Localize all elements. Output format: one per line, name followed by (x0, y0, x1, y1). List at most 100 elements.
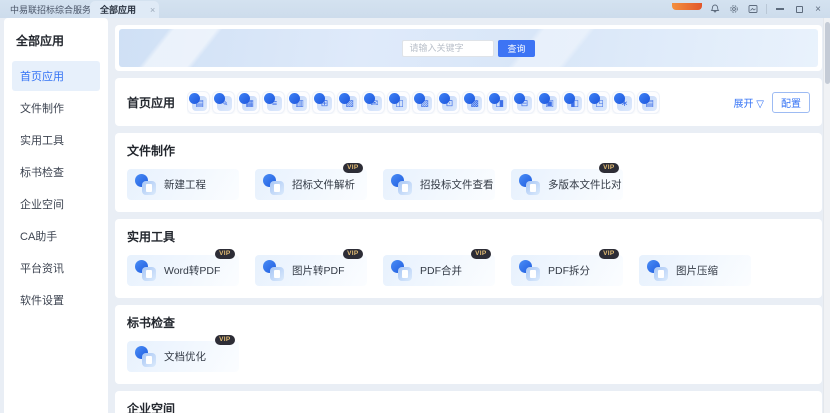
app-tile-12[interactable]: ▩ (462, 91, 485, 114)
document-icon (274, 270, 280, 278)
sidebar-item-4[interactable]: 企业空间 (12, 189, 100, 219)
app-card[interactable]: 图片转PDFVIP (255, 255, 367, 286)
app-tile-18[interactable]: ∗ (612, 91, 635, 114)
search-input[interactable] (402, 40, 494, 57)
app-card-label: PDF拆分 (548, 263, 590, 278)
app-card[interactable]: 图片压缩 (639, 255, 751, 286)
sidebar-item-1[interactable]: 文件制作 (12, 93, 100, 123)
app-tile-8[interactable]: ✉ (362, 91, 385, 114)
app-tile-badge-icon (364, 93, 375, 104)
app-card[interactable]: PDF拆分VIP (511, 255, 623, 286)
app-card[interactable]: 多版本文件比对VIP (511, 169, 623, 200)
app-tile-16[interactable]: ◧ (562, 91, 585, 114)
icon-square (142, 267, 156, 281)
app-tile-badge-icon (539, 93, 550, 104)
app-card-icon (263, 260, 284, 281)
maximize-icon[interactable] (793, 3, 805, 15)
document-icon (402, 270, 408, 278)
app-tile-11[interactable]: ⊡ (437, 91, 460, 114)
sidebar-nav: 首页应用文件制作实用工具标书检查企业空间CA助手平台资讯软件设置 (12, 61, 100, 315)
promo-ribbon[interactable] (672, 3, 702, 10)
app-card-label: 招标文件解析 (292, 177, 355, 192)
section-title: 标书检查 (127, 314, 810, 331)
banner-panel: 查询 (115, 25, 822, 71)
app-tile-6[interactable]: ⊞ (312, 91, 335, 114)
app-tile-13[interactable]: ◨ (487, 91, 510, 114)
app-tile-7[interactable]: ▧ (337, 91, 360, 114)
app-tile-badge-icon (639, 93, 650, 104)
window-controls: × (672, 0, 830, 18)
document-icon (658, 270, 664, 278)
tab-close-icon[interactable]: × (150, 5, 155, 15)
app-card-label: 图片转PDF (292, 263, 345, 278)
banner-image: 查询 (119, 29, 818, 67)
section-cards: 文档优化VIP (127, 341, 810, 372)
section-cards: Word转PDFVIP 图片转PDFVIP PDF合并VIP PDF拆分VIP 图片压缩 (127, 255, 810, 286)
vip-badge: VIP (343, 163, 363, 173)
icon-square (526, 181, 540, 195)
icon-square (654, 267, 668, 281)
app-card[interactable]: PDF合并VIP (383, 255, 495, 286)
app-card-icon (135, 174, 156, 195)
document-icon (530, 270, 536, 278)
app-tile-19[interactable]: ▤ (637, 91, 660, 114)
screenshot-icon[interactable] (747, 3, 759, 15)
app-card-icon (519, 174, 540, 195)
bell-icon[interactable] (709, 3, 721, 15)
minimize-icon[interactable] (774, 3, 786, 15)
app-card[interactable]: 文档优化VIP (127, 341, 239, 372)
icon-square (398, 267, 412, 281)
close-icon[interactable]: × (812, 3, 824, 15)
app-tile-badge-icon (564, 93, 575, 104)
app-window: 中易联招标综合服务... 全部应用 × × 全部应用 首页应 (0, 0, 830, 413)
sidebar-item-5[interactable]: CA助手 (12, 221, 100, 251)
app-tile-9[interactable]: ◫ (387, 91, 410, 114)
app-tile-badge-icon (464, 93, 475, 104)
app-card[interactable]: Word转PDFVIP (127, 255, 239, 286)
tab-all-apps[interactable]: 全部应用 × (90, 1, 159, 18)
scrollbar-thumb[interactable] (825, 22, 830, 84)
expand-link[interactable]: 展开 ▽ (734, 95, 764, 110)
app-tile-3[interactable]: ▦ (237, 91, 260, 114)
vip-badge: VIP (471, 249, 491, 259)
tab-label: 中易联招标综合服务... (10, 3, 90, 16)
app-card-icon (263, 174, 284, 195)
app-tile-15[interactable]: ▣ (537, 91, 560, 114)
sidebar-item-3[interactable]: 标书检查 (12, 157, 100, 187)
app-tile-14[interactable]: ⊟ (512, 91, 535, 114)
sidebar-item-6[interactable]: 平台资讯 (12, 253, 100, 283)
app-tile-badge-icon (389, 93, 400, 104)
app-tile-5[interactable]: ▥ (287, 91, 310, 114)
app-card[interactable]: 新建工程 (127, 169, 239, 200)
app-tile-17[interactable]: ◳ (587, 91, 610, 114)
app-card-label: 招投标文件查看 (420, 177, 494, 192)
app-tile-2[interactable]: ✎ (212, 91, 235, 114)
icon-square (142, 181, 156, 195)
section-cards: 新建工程 招标文件解析VIP 招投标文件查看 多版本文件比对VIP (127, 169, 810, 200)
app-tile-1[interactable]: ▤ (187, 91, 210, 114)
app-card-label: 新建工程 (164, 177, 206, 192)
search-button[interactable]: 查询 (498, 40, 534, 57)
document-icon (274, 184, 280, 192)
vertical-scrollbar[interactable] (823, 18, 830, 413)
home-apps-panel: 首页应用 ▤✎▦≡▥⊞▧✉◫▨⊡▩◨⊟▣◧◳∗▤ 展开 ▽ 配置 (115, 78, 822, 126)
app-tile-4[interactable]: ≡ (262, 91, 285, 114)
app-card[interactable]: 招标文件解析VIP (255, 169, 367, 200)
home-apps-tiles: ▤✎▦≡▥⊞▧✉◫▨⊡▩◨⊟▣◧◳∗▤ (187, 91, 660, 114)
sidebar-item-7[interactable]: 软件设置 (12, 285, 100, 315)
vip-badge: VIP (215, 249, 235, 259)
app-card[interactable]: 招投标文件查看 (383, 169, 495, 200)
configure-button[interactable]: 配置 (772, 92, 810, 113)
icon-square (398, 181, 412, 195)
sidebar-item-0[interactable]: 首页应用 (12, 61, 100, 91)
app-card-label: 多版本文件比对 (548, 177, 622, 192)
app-card-icon (135, 346, 156, 367)
main-content: 查询 首页应用 ▤✎▦≡▥⊞▧✉◫▨⊡▩◨⊟▣◧◳∗▤ 展开 ▽ 配置 文件制作… (115, 25, 822, 413)
tab-main-platform[interactable]: 中易联招标综合服务... (0, 0, 90, 18)
sidebar-item-2[interactable]: 实用工具 (12, 125, 100, 155)
document-icon (146, 356, 152, 364)
app-tile-badge-icon (264, 93, 275, 104)
gear-icon[interactable] (728, 3, 740, 15)
app-tile-badge-icon (289, 93, 300, 104)
app-tile-10[interactable]: ▨ (412, 91, 435, 114)
